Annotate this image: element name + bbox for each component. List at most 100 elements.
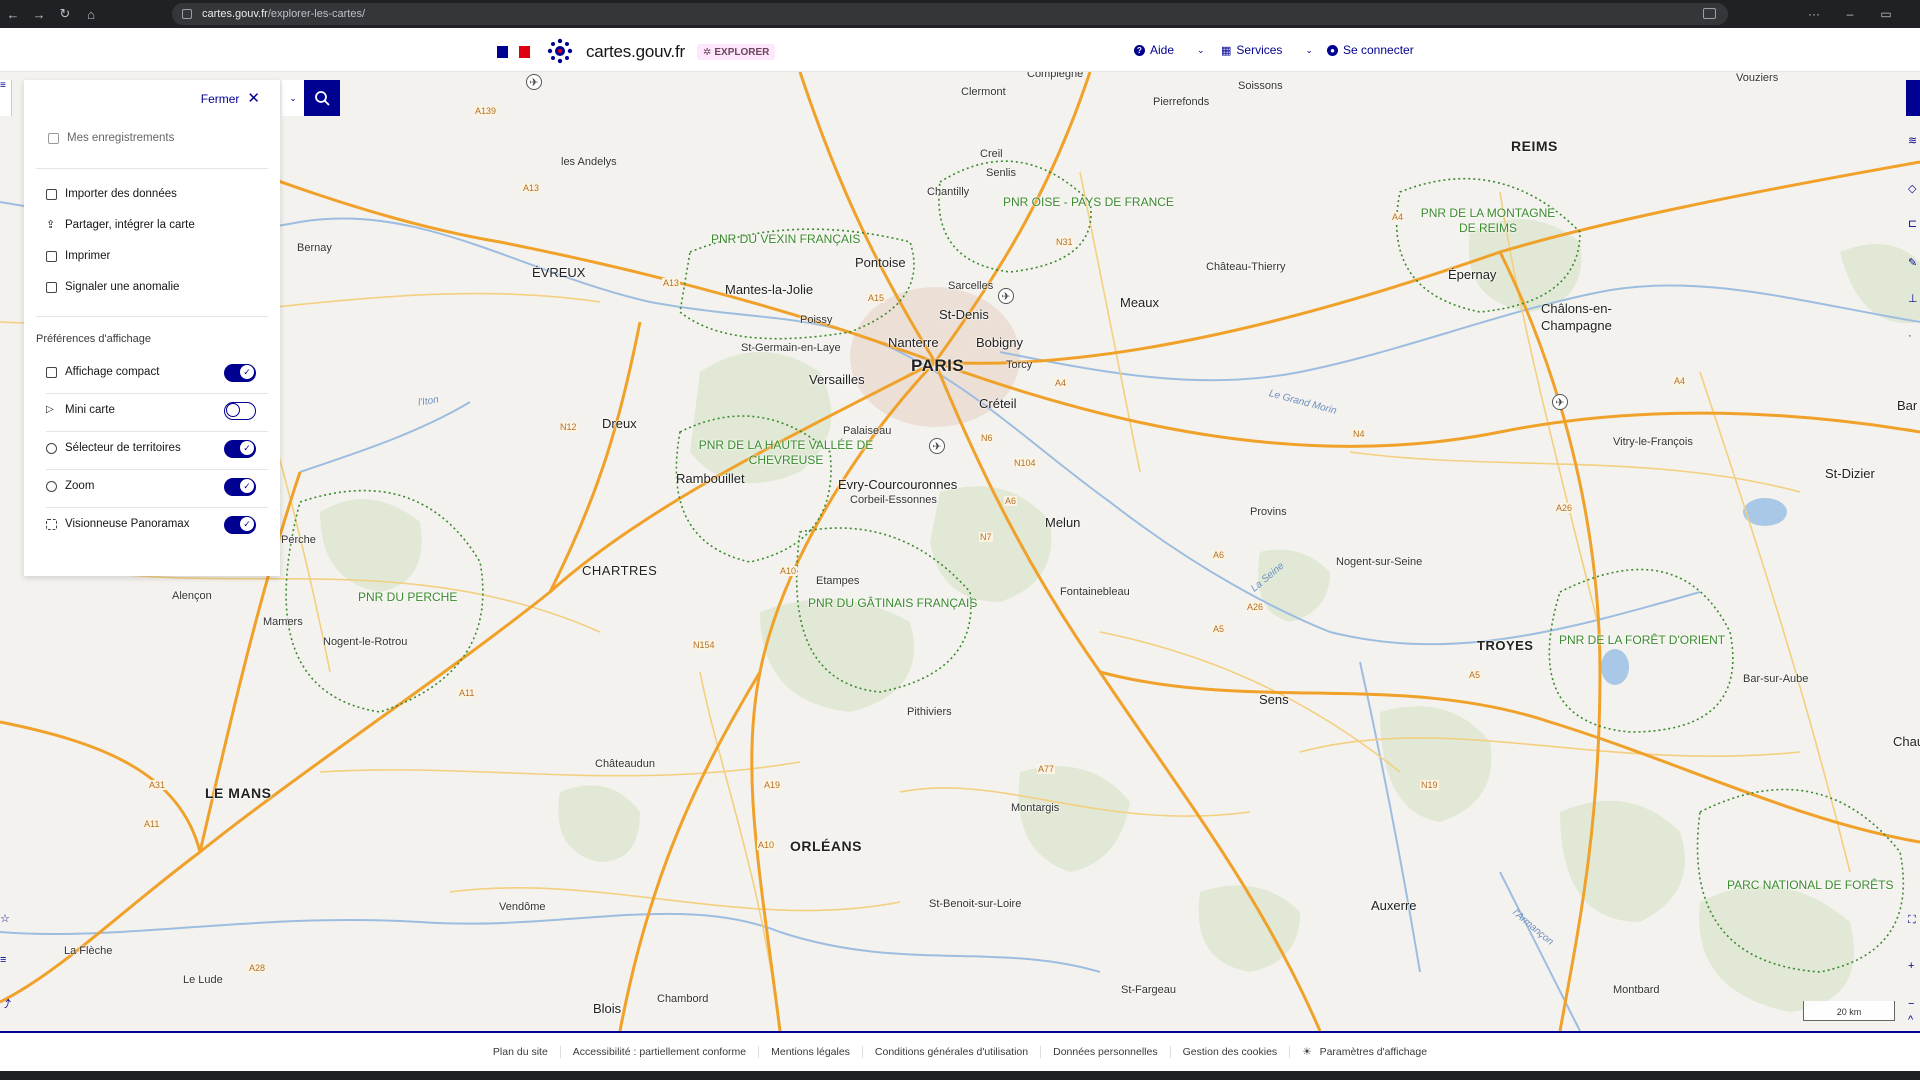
measure-icon[interactable]: ⊏ [1908,217,1920,229]
chevron-up-icon[interactable]: ^ [1908,1014,1920,1026]
footer-link-legal[interactable]: Mentions légales [759,1046,863,1058]
search-button[interactable] [304,80,340,116]
place-label: Chantilly [927,186,970,198]
road-label: A4 [1054,378,1068,388]
road-label: A77 [1037,764,1056,774]
road-label: N154 [692,640,716,650]
share-icon[interactable]: ⤴ [0,996,12,1008]
park-label: PNR DE LA MONTAGNE DE REIMS [1420,206,1556,235]
divider [36,316,268,317]
map-scale: 20 km [1803,1001,1895,1021]
place-label: Poissy [800,314,833,326]
list-icon[interactable]: ≡ [0,954,12,966]
star-icon[interactable]: ☆ [0,912,12,924]
footer-link-sitemap[interactable]: Plan du site [481,1046,561,1058]
report-anomaly-item[interactable]: Signaler une anomalie [46,281,179,293]
address-bar[interactable]: cartes.gouv.fr/explorer-les-cartes/ [172,3,1728,25]
map-canvas[interactable]: Compiègne Soissons Vouziers Clermont Pie… [0,72,1920,1031]
draw-icon[interactable]: ◇ [1908,182,1920,194]
place-label: Clermont [961,86,1006,98]
import-data-item[interactable]: Importer des données [46,188,177,200]
toggle-mini-map[interactable] [224,402,256,420]
footer-link-display-settings[interactable]: ☀ Paramètres d'affichage [1290,1046,1439,1058]
park-label: PNR OISE - PAYS DE FRANCE [1003,195,1174,209]
maximize-icon[interactable]: ▭ [1868,0,1904,28]
place-label: Evry-Courcouronnes [838,477,958,492]
reload-icon[interactable]: ↻ [52,0,78,28]
fullscreen-icon[interactable]: ⛶ [1908,914,1920,926]
footer-link-personal-data[interactable]: Données personnelles [1041,1046,1171,1058]
road-label: A11 [458,688,476,698]
place-label: Chambord [657,993,709,1005]
home-icon[interactable]: ⌂ [78,0,104,28]
my-saves-item[interactable]: Mes enregistrements [48,132,174,144]
preferences-title: Préférences d'affichage [36,333,152,345]
toggle-zoom[interactable] [224,478,256,496]
place-label: St-Benoit-sur-Loire [929,898,1022,910]
footer-link-accessibility[interactable]: Accessibilité : partiellement conforme [561,1046,760,1058]
place-label: Versailles [809,372,865,387]
place-label: Pithiviers [907,706,952,718]
divider [46,507,268,508]
divider [46,469,268,470]
road-label: A139 [474,106,498,116]
site-info-icon[interactable] [182,9,192,19]
road-label: A6 [1212,550,1226,560]
road-label: A28 [248,963,267,973]
layers-icon[interactable]: ≋ [1908,134,1920,146]
services-menu[interactable]: ▦ Services ⌄ [1221,43,1313,57]
airport-icon: ✈ [526,74,542,90]
layout-icon [46,366,57,378]
location-icon[interactable]: ⊥ [1908,292,1920,304]
close-panel-button[interactable]: Fermer ✕ [201,91,260,106]
user-icon: ● [1327,44,1338,56]
site-title[interactable]: cartes.gouv.fr [586,42,685,62]
french-flag-logo [497,46,530,58]
more-icon[interactable]: ··· [1796,0,1832,28]
place-label: Creil [980,148,1003,160]
road-label: A5 [1212,624,1226,634]
road-label: A10 [757,840,776,850]
toggle-compact-display[interactable] [224,364,256,382]
place-label: Vitry-le-François [1613,436,1693,448]
zoom-in-icon[interactable]: + [1908,960,1920,972]
login-button[interactable]: ● Se connecter [1327,43,1414,57]
aide-menu[interactable]: ? Aide ⌄ [1134,43,1205,57]
airport-icon: ✈ [998,288,1014,304]
more-icon[interactable]: · [1908,330,1920,342]
reader-mode-icon[interactable] [1703,8,1716,19]
footer-link-terms[interactable]: Conditions générales d'utilisation [863,1046,1042,1058]
road-label: N19 [1420,780,1439,790]
place-label: Mamers [263,616,303,628]
print-item[interactable]: Imprimer [46,250,110,262]
zoom-out-icon[interactable]: − [1908,998,1920,1010]
footer-link-cookies[interactable]: Gestion des cookies [1171,1046,1291,1058]
pref-panoramax: Visionneuse Panoramax [46,518,189,530]
road-label: A13 [662,278,681,288]
city-label-le-mans: LE MANS [205,785,272,801]
cartes-logo-icon[interactable] [547,38,573,64]
toggle-territory-selector[interactable] [224,440,256,458]
search-select-chevron[interactable]: ⌄ [282,80,304,116]
city-label-orleans: ORLÉANS [790,838,862,854]
forward-icon[interactable]: → [26,0,52,28]
printer-icon [46,250,57,262]
right-panel-toggle-button[interactable] [1906,80,1920,116]
sun-icon: ☀ [1302,1046,1312,1058]
road-label: A13 [522,183,541,193]
panorama-icon [46,518,57,530]
search-icon [315,91,330,106]
park-label: PNR DE LA FORÊT D'ORIENT [1559,633,1726,647]
place-label: St-Germain-en-Laye [741,342,841,354]
road-label: A26 [1555,503,1574,513]
share-map-item[interactable]: ⇪ Partager, intégrer la carte [46,219,195,231]
place-label: Compiègne [1027,72,1084,80]
place-label: Nogent-le-Rotrou [323,636,408,648]
back-icon[interactable]: ← [0,0,26,28]
toggle-panoramax[interactable] [224,516,256,534]
place-label: Bar [1897,398,1918,413]
edit-icon[interactable]: ✎ [1908,256,1920,268]
layers-toggle-button[interactable]: ≡ [0,80,12,116]
place-label: Épernay [1448,267,1497,282]
minimize-icon[interactable]: – [1832,0,1868,28]
